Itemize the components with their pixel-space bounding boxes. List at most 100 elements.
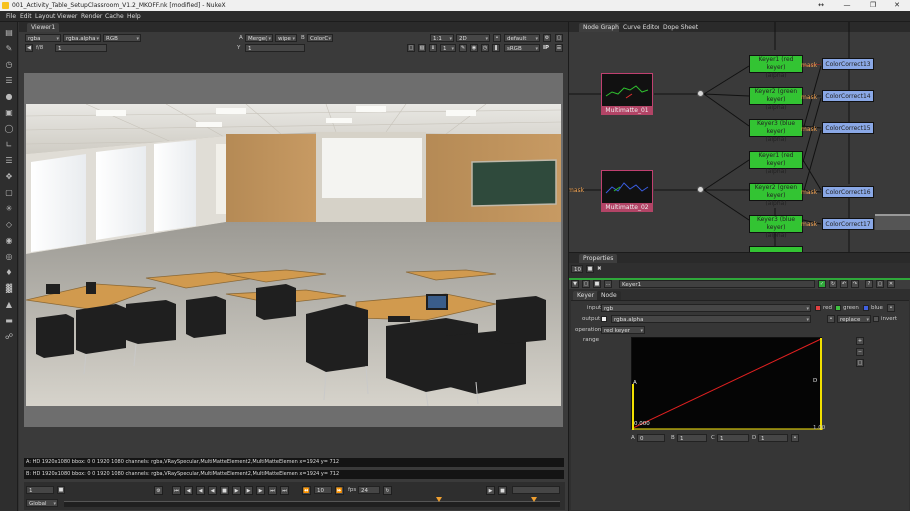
channels-dropdown[interactable]: rgba [25,34,61,42]
tab-viewer1[interactable]: Viewer1 [27,23,60,32]
viewer-float-icon[interactable]: ▢ [555,34,563,42]
channel-tool-icon[interactable]: ☰ [4,76,14,85]
viewer-canvas[interactable] [24,73,563,427]
menu-help[interactable]: Help [127,13,141,20]
colorcorrect13-node[interactable]: ColorCorrect13 [822,58,874,70]
keyer1-node[interactable]: Keyer1 (red keyer) (alpha) [749,55,803,79]
prev-frame-icon[interactable]: ◀ [196,486,205,495]
settings-gear-icon[interactable]: ⚙ [154,486,163,495]
colorcorrect17-node[interactable]: ColorCorrect17 [822,218,874,230]
node-name-input[interactable]: Keyer1 [619,280,815,288]
region-of-interest-icon[interactable]: □ [407,44,415,52]
menu-viewer[interactable]: Viewer [57,13,77,20]
c-input[interactable]: 1 [717,434,749,442]
draw-tool-icon[interactable]: ✎ [4,44,14,53]
prev-keyframe-icon[interactable]: ◀ [184,486,193,495]
help-icon[interactable]: ? [865,280,873,288]
close-panel-icon[interactable]: ✕ [887,280,895,288]
help-tool-icon[interactable]: ☍ [4,332,14,341]
redo-icon[interactable]: ↷ [851,280,859,288]
gain-input[interactable]: 1 [55,44,107,52]
keyer-tool-icon[interactable]: ◯ [4,124,14,133]
menu-edit[interactable]: Edit [20,13,32,20]
views-tool-icon[interactable]: ◉ [4,236,14,245]
float-panel-icon[interactable]: ▢ [582,280,590,288]
skip-end-icon[interactable]: ⏭ [280,486,289,495]
menu-cache[interactable]: Cache [105,13,124,20]
lut-dropdown[interactable]: default [504,34,540,42]
output-options-icon[interactable]: • [827,315,835,323]
next-keyframe-icon[interactable]: ▶ [256,486,265,495]
menu-file[interactable]: File [6,13,16,20]
step-increment-input[interactable]: 10 [314,486,332,494]
mask-overlay-icon[interactable]: ◉ [470,44,478,52]
settings-icon[interactable]: • [493,34,501,42]
wipe-icon[interactable]: ↨ [429,44,437,52]
deep-tool-icon[interactable]: ◇ [4,220,14,229]
paint-icon[interactable]: ✎ [459,44,467,52]
last-frame-icon[interactable]: ⏭ [268,486,277,495]
revert-icon[interactable]: ↻ [829,280,837,288]
step-forward-icon[interactable]: ⏩ [335,486,344,495]
colorcorrect15-node[interactable]: ColorCorrect15 [822,122,874,134]
node-tools-icon[interactable]: … [604,280,612,288]
flipbook-icon[interactable]: ▶ [486,486,495,495]
viewer-menu-icon[interactable]: ☰ [555,44,563,52]
colorcorrect14-node[interactable]: ColorCorrect14 [822,90,874,102]
colorspace-dropdown[interactable]: sRGB [504,44,540,52]
node-on-icon[interactable]: ✓ [818,280,826,288]
tab-keyer[interactable]: Keyer [573,291,599,300]
frame-lock-icon[interactable]: ■ [57,486,65,494]
next-frame-icon[interactable]: ▶ [244,486,253,495]
stop-icon[interactable]: ■ [220,486,229,495]
ocula-tool-icon[interactable]: ▬ [4,316,14,325]
menu-layout[interactable]: Layout [35,13,55,20]
cursor-icon[interactable]: ◷ [481,44,489,52]
frame-range-input[interactable] [512,486,560,494]
fit-view-icon[interactable]: □ [856,359,864,367]
keyer1b-node[interactable]: Keyer1 (red keyer) (alpha) [749,151,803,175]
output-mode-dropdown[interactable]: replace [837,315,871,323]
timeline-scrubber[interactable] [64,501,560,507]
keyer2b-node[interactable]: Keyer2 (green keyer) (alpha) [749,183,803,207]
b-input[interactable]: 1 [677,434,707,442]
green-checkbox[interactable] [835,305,841,311]
proxy-dropdown[interactable]: 1:1 [430,34,454,42]
collapse-icon[interactable]: ▼ [571,280,579,288]
undo-icon[interactable]: ↶ [840,280,848,288]
zebra-icon[interactable]: ▧ [418,44,426,52]
blue-checkbox[interactable] [863,305,869,311]
tab-node[interactable]: Node [597,291,621,300]
input-process-toggle[interactable]: IP [543,44,549,52]
keyer2-node[interactable]: Keyer2 (green keyer) (alpha) [749,87,803,111]
range-curve-editor[interactable]: A D 0.000 [631,337,823,430]
keyer3b-node[interactable]: Keyer3 (blue keyer) (alpha) [749,215,803,239]
filter-tool-icon[interactable]: ▣ [4,108,14,117]
play-backward-icon[interactable]: ◀ [208,486,217,495]
render-icon[interactable]: ■ [498,486,507,495]
red-checkbox[interactable] [815,305,821,311]
other-tool-icon[interactable]: ▓ [4,284,14,293]
float-icon[interactable]: ▢ [876,280,884,288]
color-tool-icon[interactable]: ● [4,92,14,101]
step-back-icon[interactable]: ⏪ [302,486,311,495]
output-enable-checkbox[interactable] [601,316,607,322]
furnace-tool-icon[interactable]: ▲ [4,300,14,309]
layers-tool-icon[interactable]: ☰ [4,156,14,165]
output-channel-dropdown[interactable]: rgba.alpha [611,315,811,323]
transform-tool-icon[interactable]: ✥ [4,172,14,181]
zoom-in-icon[interactable]: + [856,337,864,345]
invert-checkbox[interactable] [873,316,879,322]
3d-tool-icon[interactable]: ▢ [4,188,14,197]
dot-node[interactable] [697,90,704,97]
time-tool-icon[interactable]: ◷ [4,60,14,69]
node-graph-panel[interactable]: Node Graph Curve Editor Dope Sheet Multi… [568,22,910,252]
b-input-dropdown[interactable]: ColorC [307,34,333,42]
colorcorrect16-node[interactable]: ColorCorrect16 [822,186,874,198]
operation-dropdown[interactable]: red keyer [601,326,645,334]
zoom-out-icon[interactable]: − [856,348,864,356]
view-mode-dropdown[interactable]: 2D [456,34,490,42]
range-options-icon[interactable]: • [791,434,799,442]
lock-panels-icon[interactable]: ■ [586,265,594,273]
metadata-tool-icon[interactable]: ◎ [4,252,14,261]
